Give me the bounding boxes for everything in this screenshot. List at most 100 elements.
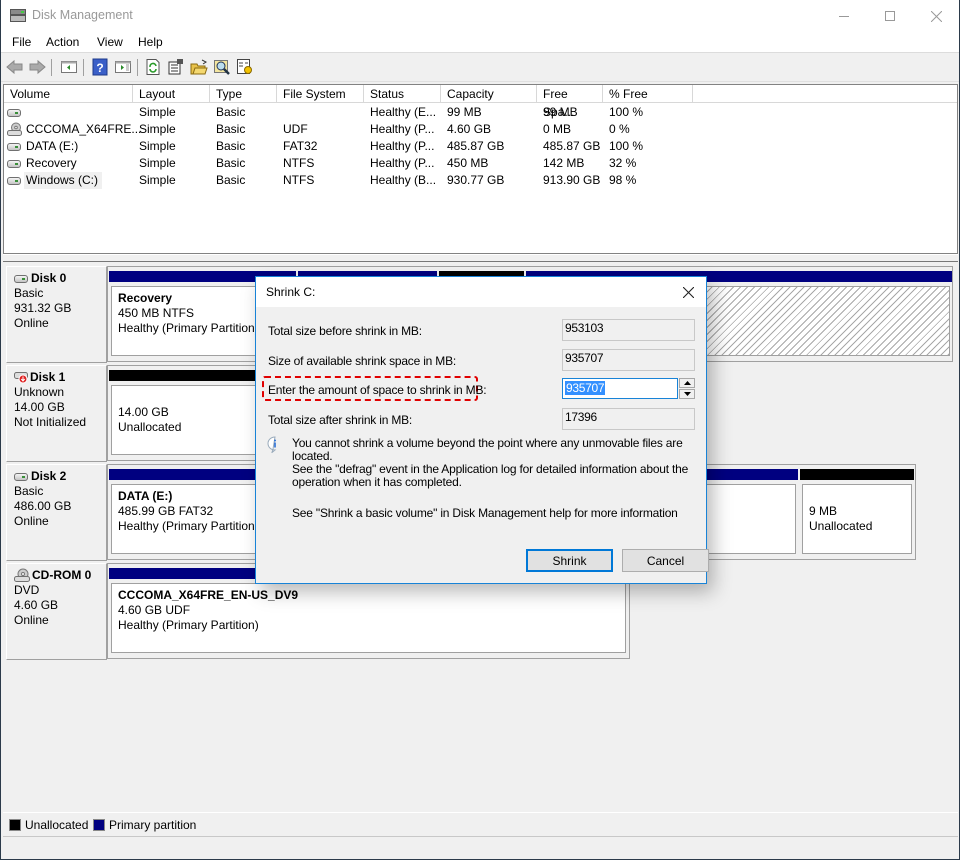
cell-layout: Simple xyxy=(139,173,176,187)
menu-file[interactable]: File xyxy=(12,35,31,49)
cdrom-0-info[interactable]: CD-ROM 0 DVD 4.60 GB Online xyxy=(6,563,107,660)
cell-type: Basic xyxy=(216,105,246,119)
partition-status: Healthy (Primary Partition) xyxy=(118,618,259,632)
table-row[interactable]: CCCOMA_X64FRE... Simple Basic UDF Healthy (P… xyxy=(4,121,957,138)
cell-type: Basic xyxy=(216,122,246,136)
disk-state: Online xyxy=(14,613,49,627)
disk-1-info[interactable]: Disk 1 Unknown 14.00 GB Not Initialized xyxy=(6,365,107,462)
column-header-capacity[interactable]: Capacity xyxy=(441,85,537,103)
column-header-type[interactable]: Type xyxy=(210,85,277,103)
disk-type: DVD xyxy=(14,583,40,597)
table-row[interactable]: Recovery Simple Basic NTFS Healthy (P... 450 … xyxy=(4,155,957,172)
partition-status: Unallocated xyxy=(809,519,873,533)
column-header-free-space[interactable]: Free Spa... xyxy=(537,85,603,119)
minimize-button[interactable] xyxy=(821,0,867,32)
svg-text:?: ? xyxy=(96,61,103,75)
title-bar: Disk Management xyxy=(1,0,959,32)
toolbar-separator xyxy=(51,59,52,76)
disk-size: 486.00 GB xyxy=(14,499,72,513)
volume-list: Volume Layout Type File System Status Ca… xyxy=(3,84,958,254)
partition-cccoma[interactable]: CCCOMA_X64FRE_EN-US_DV9 4.60 GB UDF Heal… xyxy=(111,583,626,653)
drive-icon xyxy=(7,177,21,185)
close-icon xyxy=(930,10,942,22)
cell-status: Healthy (E... xyxy=(370,105,437,119)
table-row[interactable]: Windows (C:) Simple Basic NTFS Healthy (B...… xyxy=(4,172,957,189)
cell-free: 99 MB xyxy=(543,105,578,119)
disk-state: Online xyxy=(14,316,49,330)
window-title: Disk Management xyxy=(32,8,133,22)
disk-0-info[interactable]: Disk 0 Basic 931.32 GB Online xyxy=(6,266,107,363)
disk-type: Basic xyxy=(14,286,44,300)
shrink-amount-label: Enter the amount of space to shrink in M… xyxy=(268,383,487,397)
status-bar xyxy=(3,836,958,858)
spin-down-button[interactable] xyxy=(679,389,695,399)
info-icon xyxy=(267,436,277,453)
disk-state: Online xyxy=(14,514,49,528)
refresh-icon[interactable] xyxy=(144,58,162,76)
table-row[interactable]: DATA (E:) Simple Basic FAT32 Healthy (P... 48… xyxy=(4,138,957,155)
menu-help[interactable]: Help xyxy=(138,35,163,49)
spin-up-button[interactable] xyxy=(679,378,695,388)
table-row[interactable]: Simple Basic Healthy (E... 99 MB 99 MB 100 % xyxy=(4,104,957,121)
partition-size: 9 MB xyxy=(809,504,838,518)
cell-pct: 32 % xyxy=(609,156,637,170)
partition-size: 4.60 GB UDF xyxy=(118,603,191,617)
shrink-amount-value: 935707 xyxy=(565,381,606,395)
open-icon[interactable] xyxy=(190,58,208,76)
menu-action[interactable]: Action xyxy=(46,35,79,49)
column-header-filler xyxy=(693,85,957,103)
available-shrink-label: Size of available shrink space in MB: xyxy=(268,354,457,368)
settings-icon[interactable] xyxy=(236,58,254,76)
rescan-icon[interactable] xyxy=(213,58,231,76)
total-size-before-value: 953103 xyxy=(562,319,695,341)
help-icon[interactable]: ? xyxy=(91,58,109,76)
menu-view[interactable]: View xyxy=(97,35,123,49)
disk-2-info[interactable]: Disk 2 Basic 486.00 GB Online xyxy=(6,464,107,561)
partition-bar-unallocated xyxy=(800,469,914,480)
menu-bar: File Action View Help xyxy=(1,32,959,53)
info-message: You cannot shrink a volume beyond the po… xyxy=(292,437,702,489)
dialog-title-bar: Shrink C: xyxy=(256,277,706,307)
cell-status: Healthy (B... xyxy=(370,173,437,187)
cell-capacity: 4.60 GB xyxy=(447,122,492,136)
cell-free: 913.90 GB xyxy=(543,173,601,187)
partition-unallocated[interactable]: 14.00 GB Unallocated xyxy=(111,385,264,455)
drive-icon xyxy=(7,160,21,168)
cell-capacity: 99 MB xyxy=(447,105,482,119)
show-hide-console-tree-icon[interactable] xyxy=(60,58,78,76)
cell-layout: Simple xyxy=(139,122,176,136)
pane-splitter[interactable] xyxy=(3,254,958,262)
properties-icon[interactable] xyxy=(167,58,185,76)
column-header-file-system[interactable]: File System xyxy=(277,85,364,103)
disk-size: 4.60 GB xyxy=(14,598,59,612)
partition-unallocated[interactable]: 9 MB Unallocated xyxy=(802,484,912,554)
column-header-status[interactable]: Status xyxy=(364,85,441,103)
back-icon[interactable] xyxy=(6,58,24,76)
disk-state: Not Initialized xyxy=(14,415,87,429)
disk-management-window: Disk Management File Action View Help ? … xyxy=(0,0,960,860)
cell-pct: 0 % xyxy=(609,122,630,136)
cell-capacity: 930.77 GB xyxy=(447,173,505,187)
cell-volume: CCCOMA_X64FRE... xyxy=(26,122,142,136)
shrink-amount-input[interactable]: 935707 xyxy=(562,378,678,399)
close-button[interactable] xyxy=(913,0,959,32)
disk-management-app-icon xyxy=(10,9,26,22)
disk-1-partitions: 14.00 GB Unallocated xyxy=(107,365,267,461)
column-header-percent-free[interactable]: % Free xyxy=(603,85,693,103)
arrow-down-icon xyxy=(683,392,691,396)
dialog-close-button[interactable] xyxy=(678,282,698,302)
cancel-button[interactable]: Cancel xyxy=(622,549,709,572)
cell-type: Basic xyxy=(216,173,246,187)
toolbar-separator xyxy=(137,59,138,76)
shrink-button[interactable]: Shrink xyxy=(526,549,613,572)
forward-icon[interactable] xyxy=(28,58,46,76)
column-header-volume[interactable]: Volume xyxy=(4,85,133,103)
cell-volume: DATA (E:) xyxy=(26,139,79,153)
column-header-layout[interactable]: Layout xyxy=(133,85,210,103)
cell-layout: Simple xyxy=(139,139,176,153)
disk-icon xyxy=(14,274,28,283)
legend-swatch-primary xyxy=(93,819,105,831)
maximize-button[interactable] xyxy=(867,0,913,32)
cell-pct: 98 % xyxy=(609,173,637,187)
show-hide-action-pane-icon[interactable] xyxy=(114,58,132,76)
